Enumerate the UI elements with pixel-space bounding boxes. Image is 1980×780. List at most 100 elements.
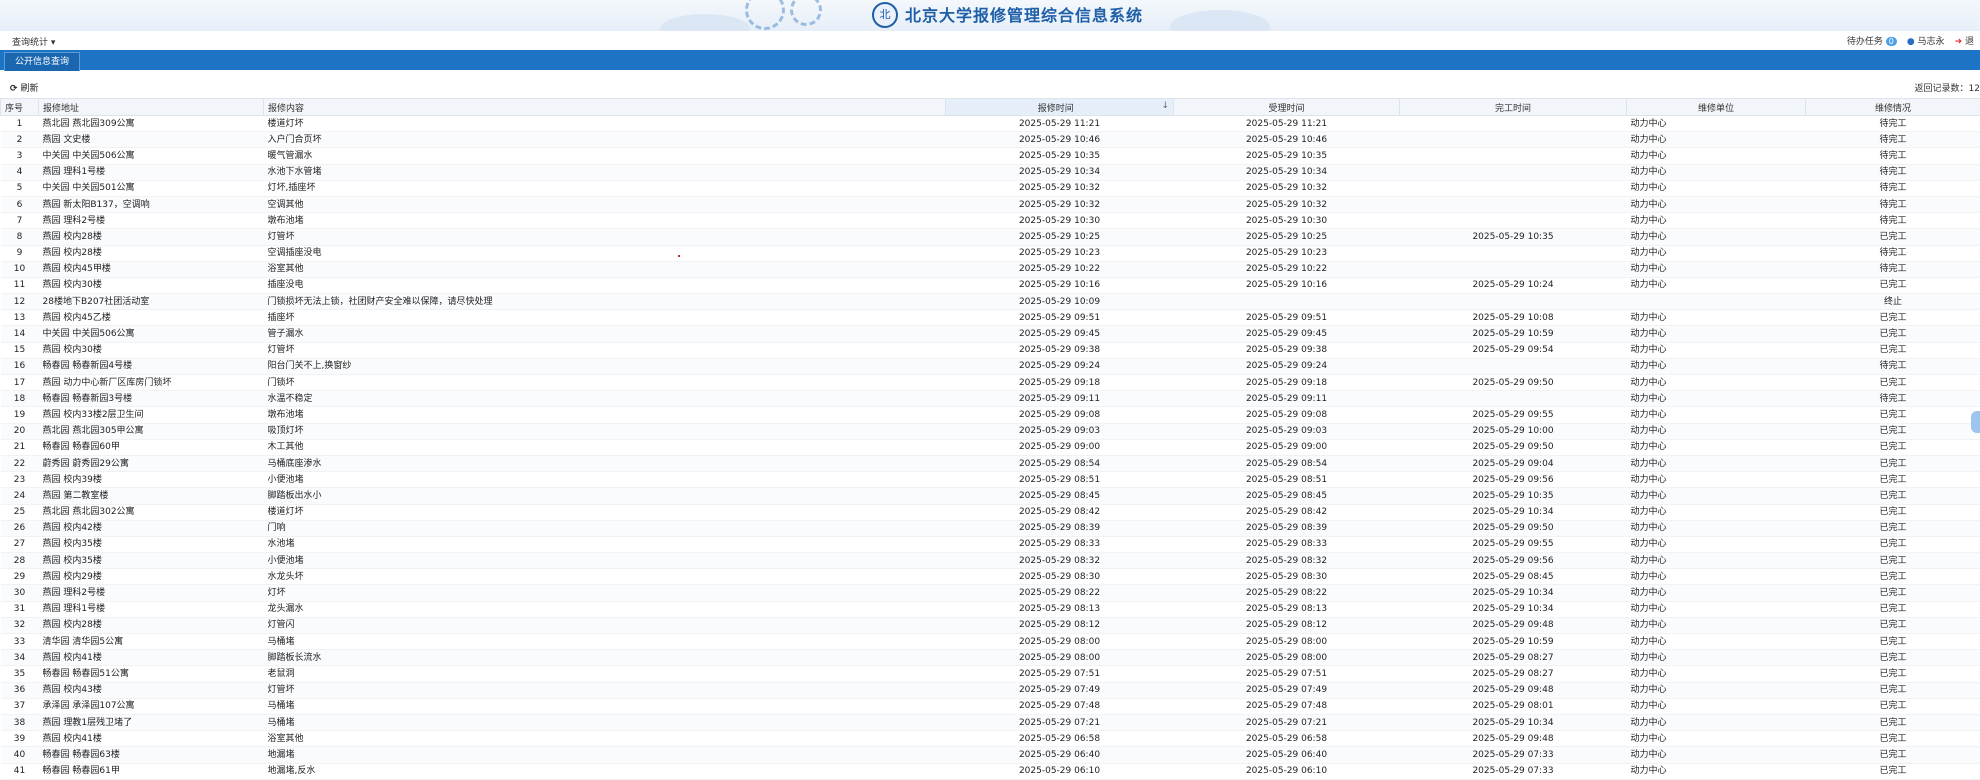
table-cell: 待完工 [1806,358,1980,374]
table-cell: 29 [1,569,39,585]
table-row[interactable]: 19燕园 校内33楼2层卫生间墩布池堵2025-05-29 09:082025-… [1,407,1980,423]
table-cell: 水池堵 [264,536,946,552]
logout-link[interactable]: ➜ 退 [1955,34,1974,47]
table-cell: 2025-05-29 09:00 [1174,439,1400,455]
table-row[interactable]: 26燕园 校内42楼门响2025-05-29 08:392025-05-29 0… [1,520,1980,536]
table-row[interactable]: 35畅春园 畅春园51公寓老鼠洞2025-05-29 07:512025-05-… [1,666,1980,682]
user-area: 待办任务 0 ● 马志永 ➜ 退 [1847,34,1974,47]
table-cell [1400,261,1627,277]
table-row[interactable]: 21畅春园 畅春园60甲木工其他2025-05-29 09:002025-05-… [1,439,1980,455]
table-cell [1400,391,1627,407]
column-header[interactable]: 完工时间 [1400,99,1627,116]
table-cell: 2025-05-29 06:58 [946,731,1174,747]
table-row[interactable]: 5中关园 中关园501公寓灯坏,插座坏2025-05-29 10:322025-… [1,180,1980,196]
table-cell: 已完工 [1806,520,1980,536]
column-header[interactable]: 序号 [1,99,39,116]
table-cell: 燕园 理教1层残卫堵了 [39,714,264,730]
table-row[interactable]: 32燕园 校内28楼灯管闪2025-05-29 08:122025-05-29 … [1,617,1980,633]
table-row[interactable]: 31燕园 理科1号楼龙头漏水2025-05-29 08:132025-05-29… [1,601,1980,617]
table-cell: 2025-05-29 07:51 [946,666,1174,682]
table-row[interactable]: 15燕园 校内30楼灯管坏2025-05-29 09:382025-05-29 … [1,342,1980,358]
table-row[interactable]: 1燕北园 燕北园309公寓楼道灯坏2025-05-29 11:212025-05… [1,116,1980,132]
table-cell: 41 [1,763,39,779]
table-cell: 3 [1,148,39,164]
table-row[interactable]: 28燕园 校内35楼小便池堵2025-05-29 08:322025-05-29… [1,553,1980,569]
table-row[interactable]: 29燕园 校内29楼水龙头坏2025-05-29 08:302025-05-29… [1,569,1980,585]
side-panel-handle[interactable] [1971,411,1980,433]
table-row[interactable]: 20燕北园 燕北园305甲公寓吸顶灯坏2025-05-29 09:032025-… [1,423,1980,439]
table-row[interactable]: 11燕园 校内30楼插座没电2025-05-29 10:162025-05-29… [1,277,1980,293]
table-cell: 34 [1,650,39,666]
table-cell: 入户门合页坏 [264,132,946,148]
table-row[interactable]: 38燕园 理教1层残卫堵了马桶堵2025-05-29 07:212025-05-… [1,714,1980,730]
table-row[interactable]: 25燕北园 燕北园302公寓楼道灯坏2025-05-29 08:422025-0… [1,504,1980,520]
table-row[interactable]: 16畅春园 畅春新园4号楼阳台门关不上,换窗纱2025-05-29 09:242… [1,358,1980,374]
table-row[interactable]: 39燕园 校内41楼浴室其他2025-05-29 06:582025-05-29… [1,731,1980,747]
table-row[interactable]: 14中关园 中关园506公寓管子漏水2025-05-29 09:452025-0… [1,326,1980,342]
table-cell: 7 [1,213,39,229]
column-header[interactable]: 维修单位 [1627,99,1806,116]
table-row[interactable]: 13燕园 校内45乙楼插座坏2025-05-29 09:512025-05-29… [1,310,1980,326]
table-row[interactable]: 27燕园 校内35楼水池堵2025-05-29 08:332025-05-29 … [1,536,1980,552]
column-header-sorted[interactable]: 报修时间↓ [946,99,1174,116]
table-row[interactable]: 41畅春园 畅春园61甲地漏堵,反水2025-05-29 06:102025-0… [1,763,1980,779]
table-row[interactable]: 24燕园 第二教室楼脚踏板出水小2025-05-29 08:452025-05-… [1,488,1980,504]
table-row[interactable]: 37承泽园 承泽园107公寓马桶堵2025-05-29 07:482025-05… [1,698,1980,714]
table-row[interactable]: 40畅春园 畅春园63楼地漏堵2025-05-29 06:402025-05-2… [1,747,1980,763]
table-row[interactable]: 30燕园 理科2号楼灯坏2025-05-29 08:222025-05-29 0… [1,585,1980,601]
table-cell: 27 [1,536,39,552]
table-cell [1400,294,1627,310]
table-cell: 地漏堵,反水 [264,763,946,779]
table-row[interactable]: 18畅春园 畅春新园3号楼水温不稳定2025-05-29 09:112025-0… [1,391,1980,407]
table-cell: 2025-05-29 10:32 [1174,196,1400,212]
table-cell: 32 [1,617,39,633]
table-row[interactable]: 7燕园 理科2号楼墩布池堵2025-05-29 10:302025-05-29 … [1,213,1980,229]
pending-tasks-link[interactable]: 待办任务 0 [1847,34,1897,47]
table-cell: 中关园 中关园506公寓 [39,326,264,342]
table-cell: 2025-05-29 09:03 [1174,423,1400,439]
refresh-button[interactable]: ⟳刷新 [10,81,39,94]
table-cell: 燕园 校内30楼 [39,342,264,358]
table-cell: 2025-05-29 09:11 [1174,391,1400,407]
menu-query-stats[interactable]: 查询统计 ▾ [12,35,55,48]
table-row[interactable]: 6燕园 新太阳B137，空调响空调其他2025-05-29 10:322025-… [1,196,1980,212]
table-cell: 燕园 校内42楼 [39,520,264,536]
user-link[interactable]: ● 马志永 [1907,34,1945,47]
table-row[interactable]: 2燕园 文史楼入户门合页坏2025-05-29 10:462025-05-29 … [1,132,1980,148]
table-row[interactable]: 23燕园 校内39楼小便池堵2025-05-29 08:512025-05-29… [1,472,1980,488]
table-cell: 动力中心 [1627,747,1806,763]
table-cell: 2025-05-29 09:24 [946,358,1174,374]
table-row[interactable]: 22蔚秀园 蔚秀园29公寓马桶底座渗水2025-05-29 08:542025-… [1,455,1980,471]
tab-public-info-query[interactable]: 公开信息查询 [4,52,80,71]
table-row[interactable]: 4燕园 理科1号楼水池下水管堵2025-05-29 10:342025-05-2… [1,164,1980,180]
table-cell: 2025-05-29 08:45 [946,488,1174,504]
table-cell: 动力中心 [1627,261,1806,277]
table-cell: 燕北园 燕北园302公寓 [39,504,264,520]
table-row[interactable]: 8燕园 校内28楼灯管坏2025-05-29 10:252025-05-29 1… [1,229,1980,245]
column-header[interactable]: 报修内容 [264,99,946,116]
table-cell: 2025-05-29 06:58 [1174,731,1400,747]
table-cell: 2025-05-29 10:30 [1174,213,1400,229]
table-row[interactable]: 3中关园 中关园506公寓暖气管漏水2025-05-29 10:352025-0… [1,148,1980,164]
table-cell: 4 [1,164,39,180]
column-header[interactable]: 受理时间 [1174,99,1400,116]
tab-bar: 公开信息查询 [0,50,1980,70]
user-icon: ● [1907,37,1915,47]
table-row[interactable]: 34燕园 校内41楼脚踏板长流水2025-05-29 08:002025-05-… [1,650,1980,666]
table-cell: 动力中心 [1627,391,1806,407]
table-row[interactable]: 9燕园 校内28楼空调插座没电2025-05-29 10:232025-05-2… [1,245,1980,261]
table-row[interactable]: 17燕园 动力中心新厂区库房门锁坏门锁坏2025-05-29 09:182025… [1,375,1980,391]
table-cell [1400,164,1627,180]
table-cell: 2025-05-29 07:21 [946,714,1174,730]
table-row[interactable]: 10燕园 校内45甲楼浴室其他2025-05-29 10:222025-05-2… [1,261,1980,277]
table-cell: 动力中心 [1627,407,1806,423]
table-cell: 2025-05-29 08:30 [946,569,1174,585]
table-row[interactable]: 1228楼地下B207社团活动室门锁损坏无法上锁，社团财产安全难以保障，请尽快处… [1,294,1980,310]
table-row[interactable]: 36燕园 校内43楼灯管坏2025-05-29 07:492025-05-29 … [1,682,1980,698]
column-header[interactable]: 维修情况 [1806,99,1980,116]
table-cell: 2025-05-29 06:10 [1174,763,1400,779]
table-cell: 2025-05-29 08:42 [1174,504,1400,520]
table-row[interactable]: 33清华园 清华园5公寓马桶堵2025-05-29 08:002025-05-2… [1,634,1980,650]
table-cell: 2025-05-29 10:34 [1400,601,1627,617]
column-header[interactable]: 报修地址 [39,99,264,116]
